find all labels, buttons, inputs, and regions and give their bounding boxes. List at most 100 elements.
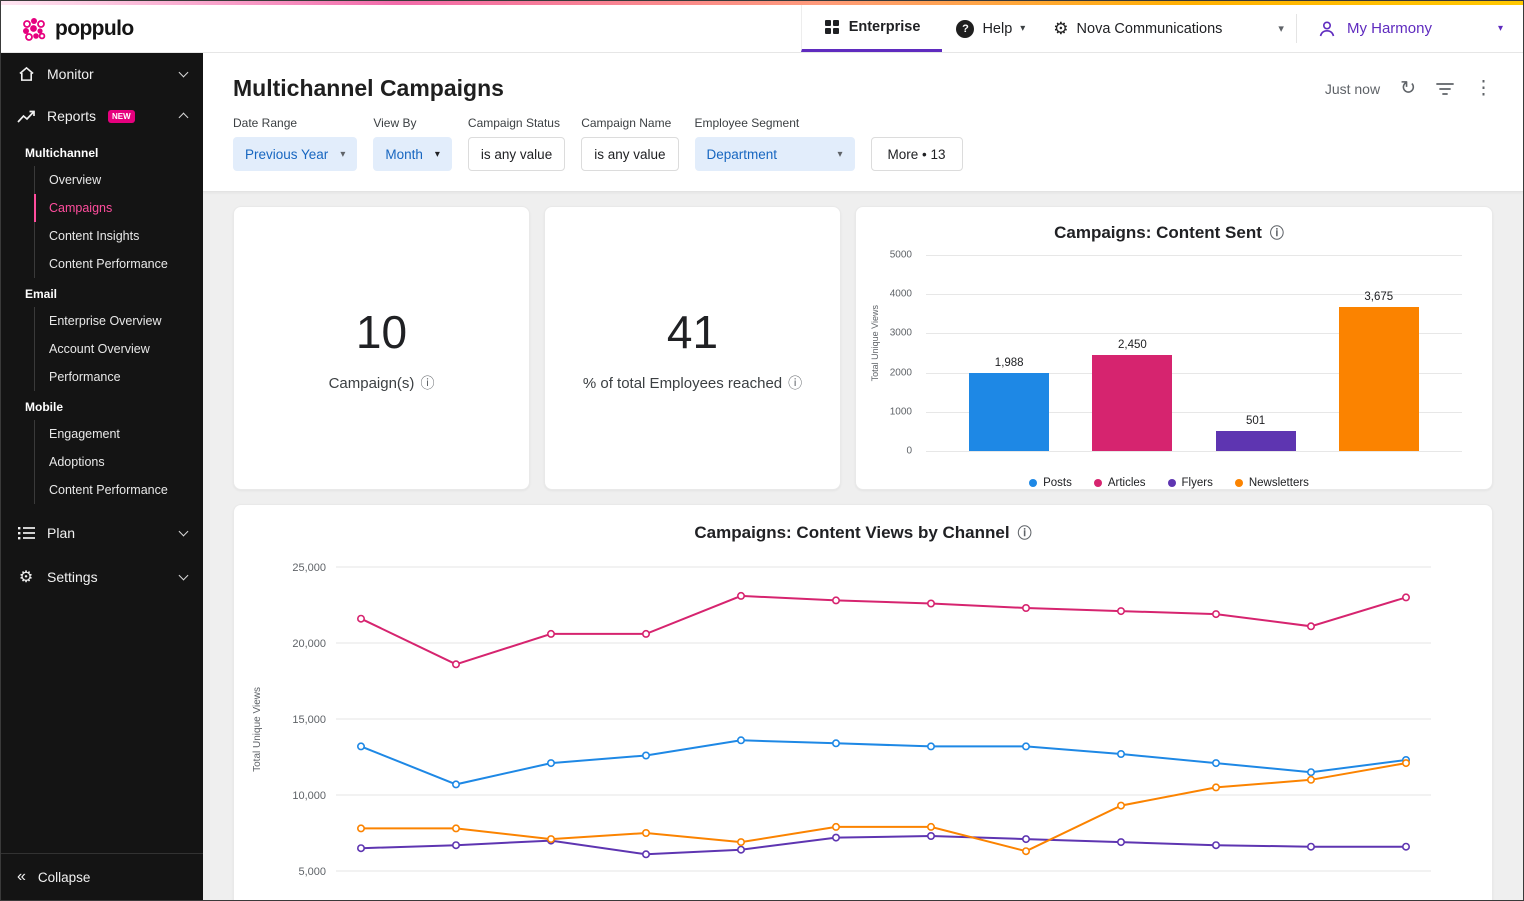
data-point-newsletters[interactable] <box>357 824 366 833</box>
data-point-newsletters[interactable] <box>736 838 745 847</box>
sidebar-item-reports[interactable]: Reports NEW <box>1 95 203 137</box>
employee-segment-dropdown[interactable]: Department ▾ <box>694 137 855 171</box>
page-header: Multichannel Campaigns Just now ↻ ⋮ Date… <box>203 53 1523 192</box>
poppulo-logo[interactable]: poppulo <box>1 5 154 52</box>
campaign-status-field[interactable]: is any value <box>467 137 566 171</box>
dashboard-content: 10 Campaign(s) ⓘ 41 % of total Employees… <box>203 192 1523 900</box>
data-point-articles[interactable] <box>1021 603 1030 612</box>
sidebar-item-plan[interactable]: Plan <box>1 512 203 554</box>
org-switcher[interactable]: ⚙ Nova Communications ▾ <box>1039 5 1296 52</box>
refresh-icon[interactable]: ↻ <box>1400 79 1416 98</box>
data-point-flyers[interactable] <box>1211 841 1220 850</box>
data-point-flyers[interactable] <box>1402 842 1411 851</box>
sidebar-item-engagement[interactable]: Engagement <box>34 420 203 448</box>
legend-articles[interactable]: Articles <box>1093 477 1146 489</box>
data-point-articles[interactable] <box>1116 607 1125 616</box>
data-point-newsletters[interactable] <box>1307 775 1316 784</box>
data-point-newsletters[interactable] <box>1402 759 1411 768</box>
data-point-flyers[interactable] <box>641 850 650 859</box>
bar-articles[interactable]: 2,450 <box>1092 339 1173 451</box>
gear-icon: ⚙ <box>18 569 34 586</box>
bar-chart-yticks: 5000 4000 3000 2000 1000 0 <box>889 249 912 457</box>
data-point-posts[interactable] <box>1021 742 1030 751</box>
collapse-button[interactable]: « Collapse <box>1 853 203 900</box>
data-point-newsletters[interactable] <box>1021 847 1030 856</box>
data-point-articles[interactable] <box>452 660 461 669</box>
data-point-flyers[interactable] <box>926 831 935 840</box>
data-point-posts[interactable] <box>926 742 935 751</box>
data-point-articles[interactable] <box>1402 593 1411 602</box>
data-point-newsletters[interactable] <box>1116 801 1125 810</box>
filter-icon[interactable] <box>1436 82 1454 96</box>
sidebar-item-overview[interactable]: Overview <box>34 166 203 194</box>
svg-text:25,000: 25,000 <box>292 562 326 574</box>
sidebar-item-campaigns[interactable]: Campaigns <box>34 194 203 222</box>
legend-newsletters[interactable]: Newsletters <box>1234 477 1309 489</box>
campaign-name-field[interactable]: is any value <box>581 137 679 171</box>
sidebar-item-account-overview[interactable]: Account Overview <box>34 335 203 363</box>
view-by-dropdown[interactable]: Month ▾ <box>373 137 452 171</box>
sidebar-item-content-performance-mobile[interactable]: Content Performance <box>34 476 203 504</box>
bar-posts[interactable]: 1,988 <box>969 357 1050 451</box>
data-point-flyers[interactable] <box>1021 835 1030 844</box>
legend-posts[interactable]: Posts <box>1029 477 1072 489</box>
sidebar-item-content-insights[interactable]: Content Insights <box>34 222 203 250</box>
date-range-dropdown[interactable]: Previous Year ▾ <box>233 137 358 171</box>
data-point-newsletters[interactable] <box>926 822 935 831</box>
sidebar-item-enterprise-overview[interactable]: Enterprise Overview <box>34 307 203 335</box>
kebab-menu-icon[interactable]: ⋮ <box>1474 79 1493 98</box>
data-point-articles[interactable] <box>1211 610 1220 619</box>
data-point-articles[interactable] <box>357 614 366 623</box>
sidebar-item-settings[interactable]: ⚙ Settings <box>1 554 203 600</box>
legend-flyers[interactable]: Flyers <box>1167 477 1213 489</box>
data-point-newsletters[interactable] <box>831 822 840 831</box>
sidebar: Monitor Reports NEW Multichannel Overvie… <box>1 53 203 900</box>
sidebar-item-content-performance[interactable]: Content Performance <box>34 250 203 278</box>
data-point-posts[interactable] <box>357 742 366 751</box>
enterprise-tab[interactable]: Enterprise <box>800 5 943 52</box>
more-filters-button[interactable]: More • 13 <box>870 137 963 171</box>
data-point-flyers[interactable] <box>452 841 461 850</box>
content-sent-chart-card: Campaigns: Content Sent ⓘ Total Unique V… <box>855 206 1493 490</box>
data-point-posts[interactable] <box>736 736 745 745</box>
bar-flyers[interactable]: 501 <box>1215 415 1296 451</box>
info-icon[interactable]: ⓘ <box>1270 226 1284 240</box>
sidebar-item-label: Plan <box>47 525 76 541</box>
data-point-articles[interactable] <box>736 591 745 600</box>
data-point-posts[interactable] <box>546 759 555 768</box>
data-point-articles[interactable] <box>926 599 935 608</box>
data-point-articles[interactable] <box>1307 622 1316 631</box>
grid-icon <box>824 20 839 34</box>
data-point-flyers[interactable] <box>1307 842 1316 851</box>
data-point-newsletters[interactable] <box>1211 783 1220 792</box>
data-point-posts[interactable] <box>831 739 840 748</box>
info-icon[interactable]: ⓘ <box>420 376 434 390</box>
data-point-flyers[interactable] <box>831 833 840 842</box>
data-point-newsletters[interactable] <box>546 835 555 844</box>
reports-submenu: Multichannel Overview Campaigns Content … <box>1 137 203 504</box>
bar-newsletters[interactable]: 3,675 <box>1338 291 1419 451</box>
info-icon[interactable]: ⓘ <box>788 376 802 390</box>
data-point-posts[interactable] <box>641 751 650 760</box>
data-point-articles[interactable] <box>641 629 650 638</box>
info-icon[interactable]: ⓘ <box>1018 526 1032 540</box>
data-point-articles[interactable] <box>831 596 840 605</box>
user-menu[interactable]: My Harmony ▾ <box>1297 5 1523 52</box>
data-point-posts[interactable] <box>452 780 461 789</box>
sidebar-item-adoptions[interactable]: Adoptions <box>34 448 203 476</box>
data-point-flyers[interactable] <box>357 844 366 853</box>
poppulo-logo-icon <box>23 17 46 41</box>
data-point-newsletters[interactable] <box>641 828 650 837</box>
filter-label: Employee Segment <box>694 116 800 130</box>
data-point-posts[interactable] <box>1307 768 1316 777</box>
data-point-newsletters[interactable] <box>452 824 461 833</box>
data-point-flyers[interactable] <box>736 845 745 854</box>
sidebar-item-performance[interactable]: Performance <box>34 363 203 391</box>
help-menu[interactable]: ? Help ▾ <box>942 5 1039 52</box>
data-point-flyers[interactable] <box>1116 838 1125 847</box>
data-point-posts[interactable] <box>1116 750 1125 759</box>
new-badge: NEW <box>108 109 135 123</box>
sidebar-item-monitor[interactable]: Monitor <box>1 53 203 95</box>
data-point-posts[interactable] <box>1211 759 1220 768</box>
data-point-articles[interactable] <box>546 629 555 638</box>
